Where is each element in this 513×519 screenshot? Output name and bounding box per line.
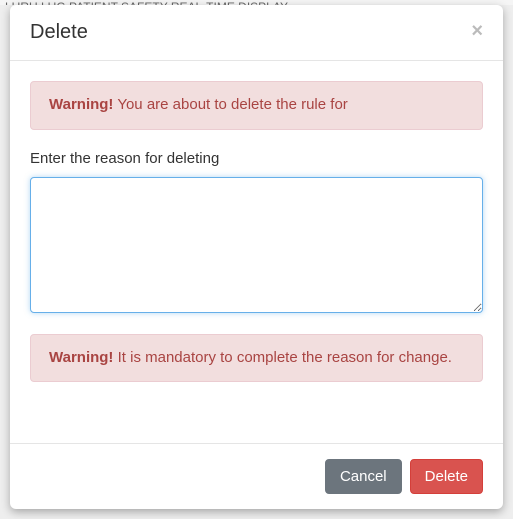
warning-text: You are about to delete the rule for <box>113 96 347 113</box>
warning-label: Warning! <box>49 349 113 366</box>
delete-button[interactable]: Delete <box>410 459 483 494</box>
modal-footer: Cancel Delete <box>10 443 503 509</box>
delete-modal: Delete × Warning! You are about to delet… <box>10 5 503 509</box>
warning-label: Warning! <box>49 96 113 113</box>
warning-alert-delete: Warning! You are about to delete the rul… <box>30 81 483 130</box>
warning-alert-mandatory: Warning! It is mandatory to complete the… <box>30 334 483 383</box>
modal-title: Delete <box>30 21 88 44</box>
reason-textarea[interactable] <box>30 177 483 313</box>
modal-header: Delete × <box>10 5 503 61</box>
reason-label: Enter the reason for deleting <box>30 150 483 167</box>
modal-body: Warning! You are about to delete the rul… <box>10 61 503 443</box>
close-icon[interactable]: × <box>471 21 483 41</box>
warning-text: It is mandatory to complete the reason f… <box>113 349 452 366</box>
cancel-button[interactable]: Cancel <box>325 459 402 494</box>
